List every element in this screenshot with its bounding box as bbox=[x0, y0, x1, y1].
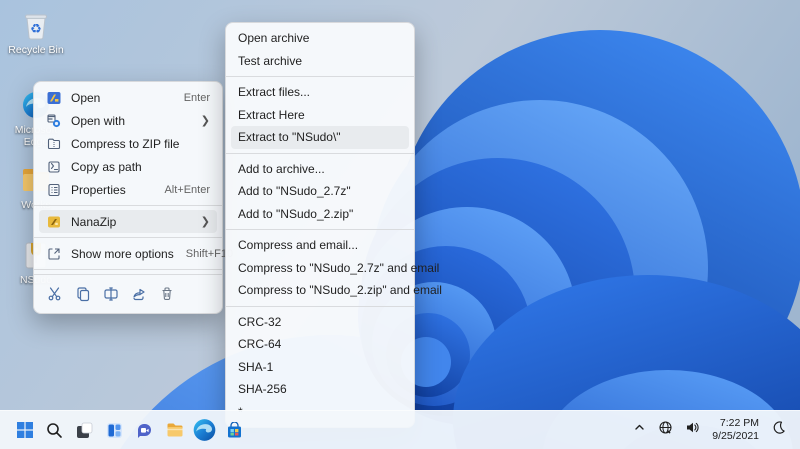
submenu-item-crc-32[interactable]: CRC-32 bbox=[231, 311, 409, 334]
taskbar: 7:22 PM 9/25/2021 bbox=[0, 410, 800, 449]
submenu-item-sha-1[interactable]: SHA-1 bbox=[231, 356, 409, 379]
menu-separator bbox=[226, 76, 414, 77]
submenu-item-crc-64[interactable]: CRC-64 bbox=[231, 333, 409, 356]
menu-item-shortcut: Enter bbox=[183, 91, 210, 104]
submenu-item-label: Compress and email... bbox=[238, 238, 359, 253]
volume-icon bbox=[685, 420, 700, 440]
task-view-button[interactable] bbox=[72, 418, 97, 443]
cut-icon[interactable] bbox=[42, 282, 67, 306]
submenu-item-extract-to-nsudo[interactable]: Extract to "NSudo\" bbox=[231, 126, 409, 149]
copy-icon[interactable] bbox=[70, 282, 95, 306]
menu-item-shortcut: Alt+Enter bbox=[164, 183, 210, 196]
submenu-item-label: Test archive bbox=[238, 53, 303, 68]
menu-item-label: Show more options bbox=[71, 246, 174, 261]
submenu-item-label: Compress to "NSudo_2.7z" and email bbox=[238, 260, 440, 275]
submenu-item-label: CRC-64 bbox=[238, 337, 282, 352]
submenu-item-label: Compress to "NSudo_2.zip" and email bbox=[238, 283, 442, 298]
file-explorer-button[interactable] bbox=[162, 418, 187, 443]
taskbar-clock[interactable]: 7:22 PM 9/25/2021 bbox=[708, 417, 763, 443]
menu-separator bbox=[226, 152, 414, 154]
search-button[interactable] bbox=[42, 418, 67, 443]
compress-zip-icon bbox=[46, 136, 61, 151]
submenu-item-label: CRC-32 bbox=[238, 314, 282, 329]
clock-time: 7:22 PM bbox=[719, 416, 759, 429]
menu-item-show-more-options[interactable]: Show more options Shift+F10 bbox=[39, 242, 233, 265]
submenu-item-open-archive[interactable]: Open archive bbox=[231, 27, 409, 50]
nanazip-submenu: Open archive Test archive Extract files...… bbox=[225, 22, 442, 428]
submenu-item-label: SHA-1 bbox=[238, 359, 274, 374]
chat-button[interactable] bbox=[132, 418, 157, 443]
submenu-item-label: Add to "NSudo_2.zip" bbox=[238, 206, 354, 221]
submenu-item-add-to-nsudo-2-7z[interactable]: Add to "NSudo_2.7z" bbox=[231, 180, 409, 203]
focus-assist-button[interactable] bbox=[767, 418, 790, 443]
submenu-item-label: Extract to "NSudo\" bbox=[238, 130, 341, 145]
submenu-item-extract-files[interactable]: Extract files... bbox=[231, 81, 409, 104]
volume-tray-button[interactable] bbox=[681, 418, 704, 443]
desktop-icon-label: Recycle Bin bbox=[8, 44, 64, 56]
menu-separator bbox=[34, 274, 222, 275]
submenu-item-compress-and-email[interactable]: Compress and email... bbox=[231, 234, 409, 257]
submenu-item-sha-256[interactable]: SHA-256 bbox=[231, 378, 409, 401]
widgets-button[interactable] bbox=[102, 418, 127, 443]
submenu-item-compress-to-nsudo-2-zip-and-email[interactable]: Compress to "NSudo_2.zip" and email bbox=[231, 279, 442, 302]
submenu-item-label: SHA-256 bbox=[238, 382, 287, 397]
delete-icon[interactable] bbox=[154, 282, 179, 306]
submenu-item-compress-to-nsudo-2-7z-and-email[interactable]: Compress to "NSudo_2.7z" and email bbox=[231, 257, 439, 280]
submenu-item-test-archive[interactable]: Test archive bbox=[231, 50, 409, 73]
chevron-up-icon bbox=[633, 421, 646, 439]
menu-separator bbox=[34, 205, 222, 206]
menu-item-properties[interactable]: Properties Alt+Enter bbox=[39, 178, 217, 201]
quick-actions-row bbox=[34, 279, 222, 309]
focus-assist-moon-icon bbox=[771, 420, 786, 440]
open-with-icon bbox=[46, 113, 61, 128]
menu-item-label: Properties bbox=[71, 182, 126, 197]
menu-separator bbox=[226, 305, 414, 307]
store-button[interactable] bbox=[222, 418, 247, 443]
clock-date: 9/25/2021 bbox=[712, 430, 759, 442]
menu-separator bbox=[34, 237, 222, 238]
menu-item-copy-as-path[interactable]: Copy as path bbox=[39, 155, 217, 178]
submenu-item-label: Add to "NSudo_2.7z" bbox=[238, 184, 351, 199]
menu-item-label: Copy as path bbox=[71, 159, 142, 174]
menu-item-label: NanaZip bbox=[71, 214, 117, 229]
edge-button[interactable] bbox=[192, 418, 217, 443]
desktop-icon-recycle-bin[interactable]: ♻ Recycle Bin bbox=[6, 8, 66, 56]
network-globe-icon bbox=[658, 420, 673, 440]
copy-path-icon bbox=[46, 159, 61, 174]
start-button[interactable] bbox=[12, 418, 37, 443]
menu-item-label: Open with bbox=[71, 113, 126, 128]
menu-item-label: Compress to ZIP file bbox=[71, 136, 180, 151]
tray-expand-button[interactable] bbox=[629, 418, 650, 443]
submenu-item-add-to-nsudo-2-zip[interactable]: Add to "NSudo_2.zip" bbox=[231, 203, 409, 226]
menu-item-compress-to-zip-file[interactable]: Compress to ZIP file bbox=[39, 132, 217, 155]
nanazip-app-icon bbox=[46, 90, 61, 105]
share-icon[interactable] bbox=[126, 282, 151, 306]
recycle-bin-icon: ♻ bbox=[19, 8, 53, 42]
properties-icon bbox=[46, 182, 61, 197]
chevron-right-icon: ❯ bbox=[200, 216, 210, 228]
rename-icon[interactable] bbox=[98, 282, 123, 306]
submenu-item-add-to-archive[interactable]: Add to archive... bbox=[231, 158, 409, 181]
network-tray-button[interactable] bbox=[654, 418, 677, 443]
chevron-right-icon: ❯ bbox=[200, 115, 210, 127]
menu-item-nanazip[interactable]: NanaZip ❯ bbox=[39, 210, 217, 233]
submenu-item-label: Open archive bbox=[238, 31, 310, 46]
menu-separator bbox=[226, 229, 414, 230]
submenu-item-extract-here[interactable]: Extract Here bbox=[231, 104, 409, 127]
context-menu: Open Enter Open with ❯ Compress to ZIP file C… bbox=[33, 81, 233, 314]
menu-item-open-with[interactable]: Open with ❯ bbox=[39, 109, 217, 132]
submenu-item-label: Extract Here bbox=[238, 107, 305, 122]
submenu-item-label: Add to archive... bbox=[238, 161, 325, 176]
nanazip-gold-icon bbox=[46, 214, 61, 229]
show-more-icon bbox=[46, 246, 61, 261]
menu-separator bbox=[34, 269, 222, 270]
submenu-item-label: Extract files... bbox=[238, 85, 311, 100]
menu-item-label: Open bbox=[71, 90, 101, 105]
svg-text:♻: ♻ bbox=[30, 21, 42, 36]
menu-item-open[interactable]: Open Enter bbox=[39, 86, 217, 109]
